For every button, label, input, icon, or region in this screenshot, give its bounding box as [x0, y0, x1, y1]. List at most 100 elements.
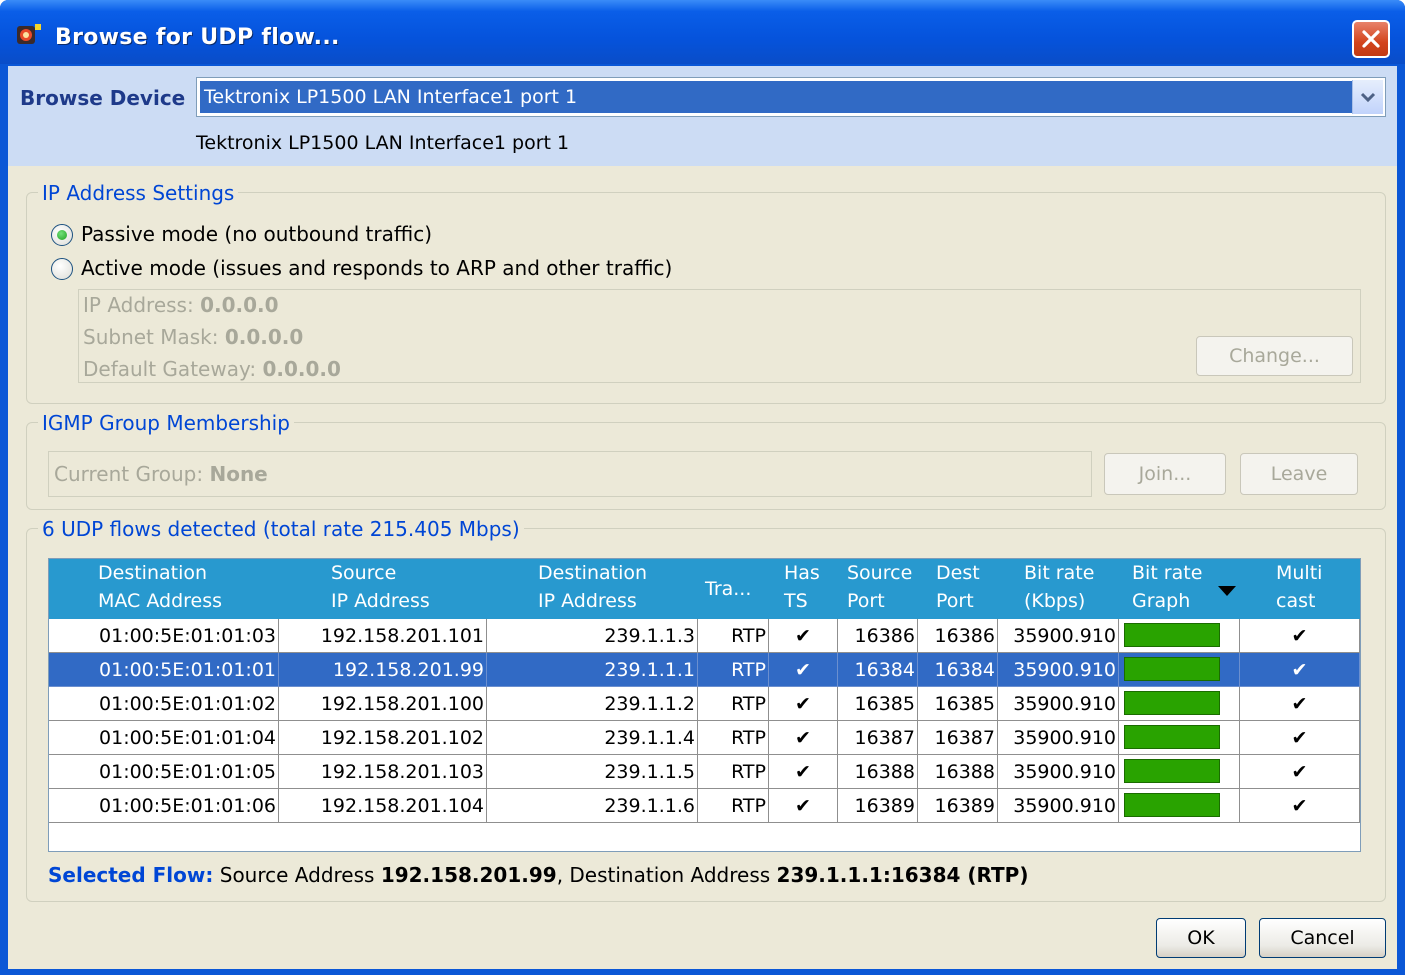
cell-transport: RTP [698, 789, 769, 823]
column-header-line: (Kbps) [1024, 590, 1086, 612]
column-header-line: MAC Address [98, 590, 223, 612]
cell-multicast: ✔ [1240, 721, 1360, 755]
cell-transport: RTP [698, 687, 769, 721]
column-header-line: Destination [538, 562, 648, 584]
passive-mode-radio[interactable] [51, 224, 73, 246]
destination-address-value: 239.1.1.1:16384 (RTP) [776, 863, 1029, 887]
bit-rate-bar [1124, 657, 1220, 681]
gateway-row: Default Gateway: 0.0.0.0 [83, 357, 341, 381]
cell-dest-ip: 239.1.1.2 [487, 687, 698, 721]
dropdown-arrow-button[interactable] [1352, 80, 1383, 114]
title-bar[interactable]: Browse for UDP flow... [0, 0, 1405, 64]
separator: , [556, 863, 564, 887]
column-header-dest-mac[interactable]: Destination MAC Address [98, 559, 222, 619]
check-icon: ✔ [1291, 727, 1308, 749]
column-header-bit-rate-graph[interactable]: Bit rate Graph [1132, 559, 1202, 619]
ok-button[interactable]: OK [1156, 918, 1246, 958]
column-header-line: TS [784, 590, 808, 612]
table-row[interactable]: 01:00:5E:01:01:05 192.158.201.103 239.1.1.… [49, 755, 1360, 789]
active-mode-radio[interactable] [51, 258, 73, 280]
udp-flows-table[interactable]: Destination MAC Address Source IP Addres… [48, 558, 1361, 852]
column-header-line: Multi [1276, 562, 1323, 584]
column-header-dest-ip[interactable]: Destination IP Address [538, 559, 647, 619]
cell-bit-rate: 35900.910 [998, 619, 1119, 653]
table-row[interactable]: 01:00:5E:01:01:06 192.158.201.104 239.1.1.… [49, 789, 1360, 823]
browse-device-panel: Browse Device Tektronix LP1500 LAN Inter… [8, 66, 1397, 166]
cell-has-ts: ✔ [769, 755, 838, 789]
cell-transport: RTP [698, 619, 769, 653]
table-row[interactable]: 01:00:5E:01:01:03 192.158.201.101 239.1.1.… [49, 619, 1360, 653]
radio-selected-dot [57, 230, 67, 240]
cell-dest-mac: 01:00:5E:01:01:04 [49, 721, 279, 755]
column-header-bit-rate[interactable]: Bit rate (Kbps) [1024, 559, 1094, 619]
cell-dest-port: 16386 [918, 619, 998, 653]
cell-has-ts: ✔ [769, 619, 838, 653]
join-button[interactable]: Join... [1104, 453, 1226, 495]
check-icon: ✔ [795, 693, 811, 715]
column-header-line: Port [936, 590, 974, 612]
cell-has-ts: ✔ [769, 687, 838, 721]
column-header-dest-port[interactable]: Dest Port [936, 559, 980, 619]
browse-device-dropdown[interactable]: Tektronix LP1500 LAN Interface1 port 1 [196, 77, 1386, 117]
gateway-label: Default Gateway: [83, 357, 257, 381]
cell-dest-mac: 01:00:5E:01:01:03 [49, 619, 279, 653]
cell-source-port: 16388 [838, 755, 918, 789]
gateway-value: 0.0.0.0 [262, 357, 341, 381]
column-header-line: Bit rate [1132, 562, 1203, 584]
source-address-value: 192.158.201.99 [380, 863, 557, 887]
bit-rate-bar [1124, 759, 1220, 783]
close-icon [1362, 30, 1380, 48]
cell-source-port: 16385 [838, 687, 918, 721]
leave-button[interactable]: Leave [1240, 453, 1358, 495]
subnet-label: Subnet Mask: [83, 325, 219, 349]
bit-rate-bar [1124, 623, 1220, 647]
column-header-source-ip[interactable]: Source IP Address [331, 559, 430, 619]
table-row[interactable]: 01:00:5E:01:01:04 192.158.201.102 239.1.1.… [49, 721, 1360, 755]
column-header-line: Source [331, 562, 397, 584]
table-row[interactable]: 01:00:5E:01:01:02 192.158.201.100 239.1.1.… [49, 687, 1360, 721]
current-group-field: Current Group: None [48, 451, 1092, 497]
column-header-line: cast [1276, 590, 1316, 612]
cell-source-ip: 192.158.201.102 [279, 721, 487, 755]
column-header-line: Graph [1132, 590, 1191, 612]
change-button[interactable]: Change... [1196, 336, 1353, 376]
cell-source-port: 16389 [838, 789, 918, 823]
bit-rate-bar [1124, 691, 1220, 715]
cell-bit-rate: 35900.910 [998, 687, 1119, 721]
dropdown-arrow-icon [1360, 92, 1376, 103]
passive-mode-label[interactable]: Passive mode (no outbound traffic) [81, 222, 432, 246]
column-header-has-ts[interactable]: Has TS [784, 559, 820, 619]
cell-has-ts: ✔ [769, 789, 838, 823]
cell-bit-rate-graph [1119, 721, 1240, 755]
igmp-legend: IGMP Group Membership [38, 411, 294, 435]
udp-flows-legend: 6 UDP flows detected (total rate 215.405… [38, 517, 524, 541]
cell-dest-mac: 01:00:5E:01:01:02 [49, 687, 279, 721]
ip-settings-legend: IP Address Settings [38, 181, 239, 205]
active-mode-label[interactable]: Active mode (issues and responds to ARP … [81, 256, 672, 280]
check-icon: ✔ [795, 761, 811, 783]
cell-source-port: 16386 [838, 619, 918, 653]
dialog-client: Browse Device Tektronix LP1500 LAN Inter… [8, 66, 1397, 969]
close-button[interactable] [1352, 20, 1390, 58]
column-header-transport[interactable]: Tra... [705, 559, 751, 619]
selected-flow-line: Selected Flow: Source Address 192.158.20… [48, 863, 1028, 887]
column-header-line: IP Address [331, 590, 430, 612]
cancel-button[interactable]: Cancel [1259, 918, 1386, 958]
cell-multicast: ✔ [1240, 755, 1360, 789]
ip-address-row: IP Address: 0.0.0.0 [83, 293, 279, 317]
cell-dest-port: 16387 [918, 721, 998, 755]
cell-dest-ip: 239.1.1.1 [487, 653, 698, 687]
cell-source-ip: 192.158.201.101 [279, 619, 487, 653]
app-icon [17, 24, 41, 44]
cell-dest-mac: 01:00:5E:01:01:01 [49, 653, 279, 687]
current-group-label: Current Group: [54, 462, 204, 486]
column-header-source-port[interactable]: Source Port [847, 559, 912, 619]
column-header-multicast[interactable]: Multi cast [1276, 559, 1322, 619]
cell-source-port: 16384 [838, 653, 918, 687]
check-icon: ✔ [1291, 659, 1308, 681]
cell-transport: RTP [698, 755, 769, 789]
table-row[interactable]: 01:00:5E:01:01:01 192.158.201.99 239.1.1.1… [49, 653, 1360, 687]
cell-dest-port: 16388 [918, 755, 998, 789]
cell-bit-rate-graph [1119, 687, 1240, 721]
cell-dest-port: 16389 [918, 789, 998, 823]
